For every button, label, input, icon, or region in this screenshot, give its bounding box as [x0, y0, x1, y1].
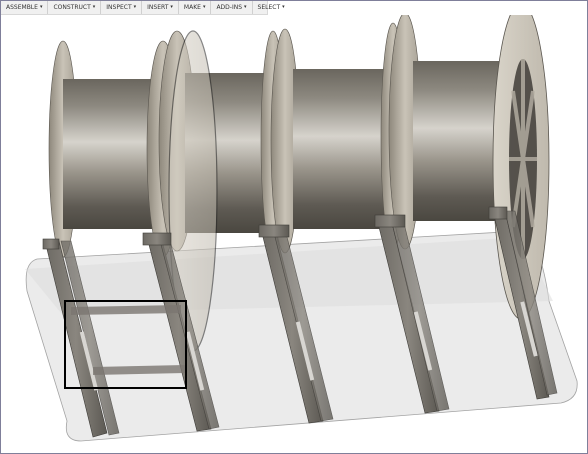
- menu-inspect[interactable]: INSPECT ▾: [101, 1, 143, 14]
- menu-make-label: MAKE: [183, 4, 201, 11]
- menu-insert-label: INSERT: [147, 4, 169, 11]
- 3d-viewport[interactable]: [1, 15, 588, 454]
- menu-add-ins-label: ADD-INS: [216, 4, 243, 11]
- menu-construct-label: CONSTRUCT: [53, 4, 91, 11]
- chevron-down-icon: ▾: [170, 4, 173, 10]
- menu-make[interactable]: MAKE ▾: [179, 1, 212, 14]
- chevron-down-icon: ▾: [39, 4, 43, 10]
- chevron-down-icon: ▾: [282, 4, 285, 10]
- menu-add-ins[interactable]: ADD-INS ▾: [211, 1, 253, 14]
- menu-assemble[interactable]: ASSEMBLE ▾: [1, 1, 49, 14]
- menu-select-label: SELECT: [257, 4, 281, 11]
- menu-insert[interactable]: INSERT ▾: [142, 1, 179, 14]
- menu-inspect-label: INSPECT: [106, 4, 132, 11]
- menu-assemble-label: ASSEMBLE: [6, 4, 38, 11]
- menu-construct[interactable]: CONSTRUCT ▾: [48, 1, 102, 14]
- cad-window: ASSEMBLE ▾ CONSTRUCT ▾ INSPECT ▾ INSERT ▾ MA…: [0, 0, 588, 454]
- chevron-down-icon: ▾: [202, 4, 206, 10]
- chevron-down-icon: ▾: [133, 4, 137, 10]
- chevron-down-icon: ▾: [244, 4, 247, 10]
- toolbar: ASSEMBLE ▾ CONSTRUCT ▾ INSPECT ▾ INSERT ▾ MA…: [1, 1, 285, 15]
- menu-select[interactable]: SELECT ▾: [253, 1, 290, 14]
- spool-holder-model[interactable]: [1, 15, 588, 454]
- chevron-down-icon: ▾: [92, 4, 96, 10]
